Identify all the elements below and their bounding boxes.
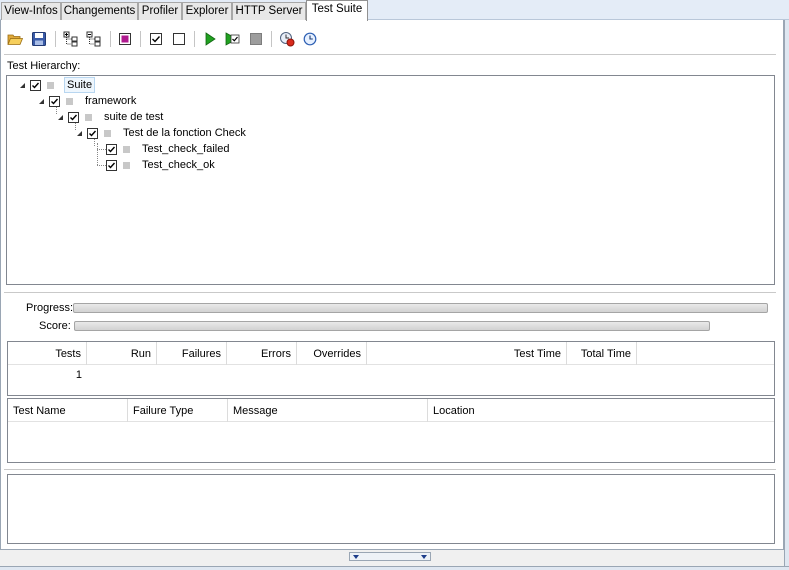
select-all-button[interactable]	[116, 29, 134, 49]
checkbox[interactable]	[68, 111, 79, 123]
tab-test-suite[interactable]: Test Suite	[306, 0, 368, 21]
checkbox[interactable]	[30, 79, 41, 91]
window-frame-bottom	[0, 566, 789, 570]
stop-icon	[250, 33, 262, 45]
save-icon	[32, 32, 46, 46]
column-header-message[interactable]: Message	[228, 399, 428, 422]
tab-profiler[interactable]: Profiler	[138, 2, 182, 20]
checkbox[interactable]	[49, 95, 60, 107]
timer-button[interactable]	[301, 29, 319, 49]
test-hierarchy-tree[interactable]: Suite framework suite de test Test de la…	[6, 75, 775, 285]
checkbox[interactable]	[87, 127, 98, 139]
collapse-tree-button[interactable]	[85, 29, 103, 49]
score-bar	[74, 321, 710, 331]
expander-icon[interactable]	[74, 128, 84, 138]
column-header-location[interactable]: Location	[428, 399, 774, 422]
failures-grid: Test Name Failure Type Message Location	[7, 398, 775, 463]
expand-tree-button[interactable]	[62, 29, 80, 49]
tree-node-label: Test_check_failed	[142, 143, 230, 155]
tab-view-infos[interactable]: View-Infos	[1, 2, 61, 20]
column-header-failure-type[interactable]: Failure Type	[128, 399, 228, 422]
column-header-test-time[interactable]: Test Time	[367, 342, 567, 365]
progress-bar	[73, 303, 768, 313]
tab-changements[interactable]: Changements	[61, 2, 138, 20]
clock-icon	[303, 32, 317, 46]
open-folder-icon	[7, 34, 23, 45]
expander-icon[interactable]	[55, 112, 65, 122]
tab-label: Changements	[63, 5, 136, 17]
tab-label: Profiler	[141, 5, 179, 17]
column-header-failures[interactable]: Failures	[157, 342, 227, 365]
expander-icon[interactable]	[17, 80, 27, 90]
progress-label: Progress:	[26, 302, 74, 314]
uncheck-all-icon	[173, 33, 185, 45]
arrow-down-icon	[353, 554, 359, 559]
run-checked-button[interactable]	[224, 29, 242, 49]
column-header-overrides[interactable]: Overrides	[297, 342, 367, 365]
uncheck-all-button[interactable]	[170, 29, 188, 49]
status-square-icon	[85, 113, 92, 121]
tab-label: View-Infos	[4, 5, 58, 17]
stop-button[interactable]	[247, 29, 265, 49]
tab-explorer[interactable]: Explorer	[182, 2, 232, 20]
save-button[interactable]	[30, 29, 48, 49]
stats-grid: Tests Run Failures Errors Overrides Test…	[7, 341, 775, 396]
tab-http-server[interactable]: HTTP Server	[232, 2, 306, 20]
output-text-area[interactable]	[7, 474, 775, 544]
test-hierarchy-label: Test Hierarchy:	[7, 60, 81, 72]
checkbox[interactable]	[106, 159, 117, 171]
panel-splitter-handle[interactable]	[349, 552, 431, 561]
tab-label: Explorer	[185, 5, 229, 17]
tests-count-value: 1	[75, 369, 82, 381]
column-header-run[interactable]: Run	[87, 342, 157, 365]
tree-node-label: Test_check_ok	[142, 159, 215, 171]
reset-button[interactable]	[278, 29, 296, 49]
status-square-icon	[104, 129, 111, 137]
tab-label: HTTP Server	[235, 5, 303, 17]
checkbox[interactable]	[106, 143, 117, 155]
expand-tree-icon	[63, 31, 78, 47]
tab-bar: View-Infos Changements Profiler Explorer…	[0, 0, 789, 21]
check-all-icon	[150, 33, 162, 45]
arrow-down-icon	[421, 554, 427, 559]
tree-node-suite-de-test[interactable]: suite de test	[55, 109, 165, 125]
open-button[interactable]	[6, 29, 24, 49]
expander-icon[interactable]	[36, 96, 46, 106]
tree-node-test-check-ok[interactable]: Test_check_ok	[103, 157, 217, 173]
collapse-tree-icon	[86, 31, 101, 47]
tree-node-label: Suite	[64, 77, 96, 93]
check-all-button[interactable]	[147, 29, 165, 49]
run-icon	[205, 32, 216, 46]
status-square-icon	[123, 161, 130, 169]
tree-node-label: framework	[85, 95, 137, 107]
tree-node-suite[interactable]: Suite	[17, 77, 96, 93]
tree-node-label: Test de la fonction Check	[123, 127, 246, 139]
column-header-test-name[interactable]: Test Name	[8, 399, 128, 422]
tree-node-label: suite de test	[104, 111, 164, 123]
column-header-total-time[interactable]: Total Time	[567, 342, 637, 365]
status-square-icon	[47, 81, 54, 89]
reset-icon	[280, 32, 295, 47]
tree-node-test-check-failed[interactable]: Test_check_failed	[103, 141, 231, 157]
status-square-icon	[123, 145, 130, 153]
column-header-tests[interactable]: Tests	[8, 342, 87, 365]
select-all-icon	[119, 33, 131, 45]
tab-label: Test Suite	[311, 3, 363, 15]
run-checked-icon	[225, 32, 240, 46]
run-button[interactable]	[201, 29, 219, 49]
column-header-errors[interactable]: Errors	[227, 342, 297, 365]
window-frame-right	[784, 20, 789, 570]
score-label: Score:	[39, 320, 71, 332]
status-square-icon	[66, 97, 73, 105]
tree-node-framework[interactable]: framework	[36, 93, 138, 109]
tree-node-test-de-la-fonction-check[interactable]: Test de la fonction Check	[74, 125, 248, 141]
